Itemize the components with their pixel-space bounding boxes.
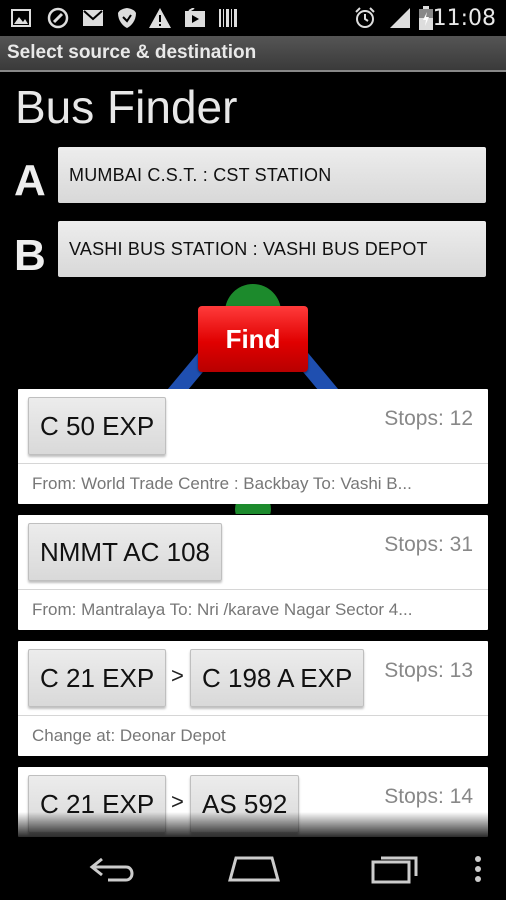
home-icon[interactable]: [226, 854, 282, 887]
recent-apps-icon[interactable]: [370, 852, 422, 889]
navigation-bar: [0, 838, 506, 900]
destination-button[interactable]: VASHI BUS STATION : VASHI BUS DEPOT: [58, 221, 486, 277]
route-button[interactable]: C 50 EXP: [28, 397, 167, 455]
app-title: Bus Finder: [15, 81, 238, 133]
barcode-icon: [217, 7, 239, 29]
result-card[interactable]: C 50 EXP Stops: 12 From: World Trade Cen…: [18, 389, 488, 504]
alarm-icon: [352, 7, 378, 29]
stops-count: Stops: 13: [384, 659, 473, 682]
stops-count: Stops: 31: [384, 533, 473, 556]
status-bar: 11:08: [0, 0, 506, 36]
route-detail: Change at: Deonar Depot: [18, 715, 488, 756]
route-detail: From: Mantralaya To: Nri /karave Nagar S…: [18, 589, 488, 630]
transfer-separator: >: [171, 663, 184, 688]
source-label: A: [14, 156, 46, 205]
signal-icon: [388, 7, 412, 29]
stops-count: Stops: 12: [384, 407, 473, 430]
find-button[interactable]: Find: [198, 306, 308, 372]
gmail-icon: [81, 7, 105, 29]
warning-icon: [148, 7, 172, 29]
route-button[interactable]: C 198 A EXP: [190, 649, 365, 707]
source-button[interactable]: MUMBAI C.S.T. : CST STATION: [58, 147, 486, 203]
picture-icon: [10, 7, 32, 29]
clock: 11:08: [432, 6, 496, 31]
youtube-icon: [183, 7, 207, 29]
back-icon[interactable]: [88, 854, 138, 889]
sync-icon: [46, 7, 70, 29]
result-card[interactable]: C 21 EXP > C 198 A EXP Stops: 13 Change …: [18, 641, 488, 756]
route-detail: From: World Trade Centre : Backbay To: V…: [18, 463, 488, 504]
route-button[interactable]: C 21 EXP: [28, 649, 167, 707]
result-card[interactable]: NMMT AC 108 Stops: 31 From: Mantralaya T…: [18, 515, 488, 630]
overflow-menu-icon[interactable]: [474, 856, 482, 887]
stops-count: Stops: 14: [384, 785, 473, 808]
route-button[interactable]: NMMT AC 108: [28, 523, 223, 581]
shield-icon: [116, 7, 138, 29]
destination-label: B: [14, 231, 46, 280]
title-bar: Select source & destination: [0, 36, 506, 72]
screen-title: Select source & destination: [7, 42, 257, 63]
